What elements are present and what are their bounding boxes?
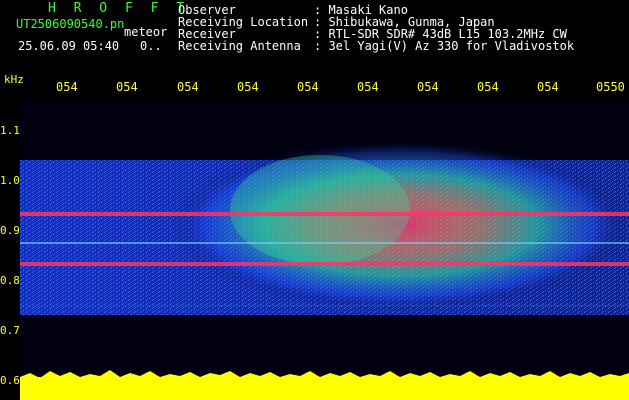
antenna-label: Receiving Antenna [178,39,301,53]
x-tick-label: 054 [417,80,439,94]
meteor-echo-core [230,155,410,265]
spectrogram-display [20,100,629,400]
y-tick-label: 1.0 [0,174,20,187]
x-tick-label: 054 [237,80,259,94]
signal-level-bar [20,377,629,400]
file-extension: meteor [124,25,168,39]
x-tick-label: 054 [297,80,319,94]
x-tick-label: 054 [56,80,78,94]
signal-level-peaks [20,370,629,380]
carrier-line-upper [20,212,629,216]
y-tick-label: 0.6 [0,374,20,387]
y-unit-label: kHz [4,73,24,86]
faint-line [20,242,629,244]
x-tick-label: 054 [357,80,379,94]
x-tick-label: 054 [477,80,499,94]
app-title: H R O F F T [48,1,190,16]
y-tick-label: 0.9 [0,224,20,237]
faint-line [20,305,629,306]
x-tick-label: 054 [537,80,559,94]
x-tick-label: 054 [177,80,199,94]
date-time: 25.06.09 05:40 [18,39,120,53]
status-dots: 0.. [140,39,162,53]
x-tick-label: 054 [116,80,138,94]
y-tick-label: 1.1 [0,124,20,137]
file-name: UT2506090540.pn [16,17,125,31]
y-tick-label: 0.8 [0,274,20,287]
header-panel: H R O F F T UT2506090540.pn meteor 25.06… [0,0,629,80]
y-tick-label: 0.7 [0,324,20,337]
carrier-line-lower [20,262,629,266]
antenna-value: : 3el Yagi(V) Az 330 for Vladivostok [314,39,575,53]
x-tick-label: 0550 [596,80,625,94]
